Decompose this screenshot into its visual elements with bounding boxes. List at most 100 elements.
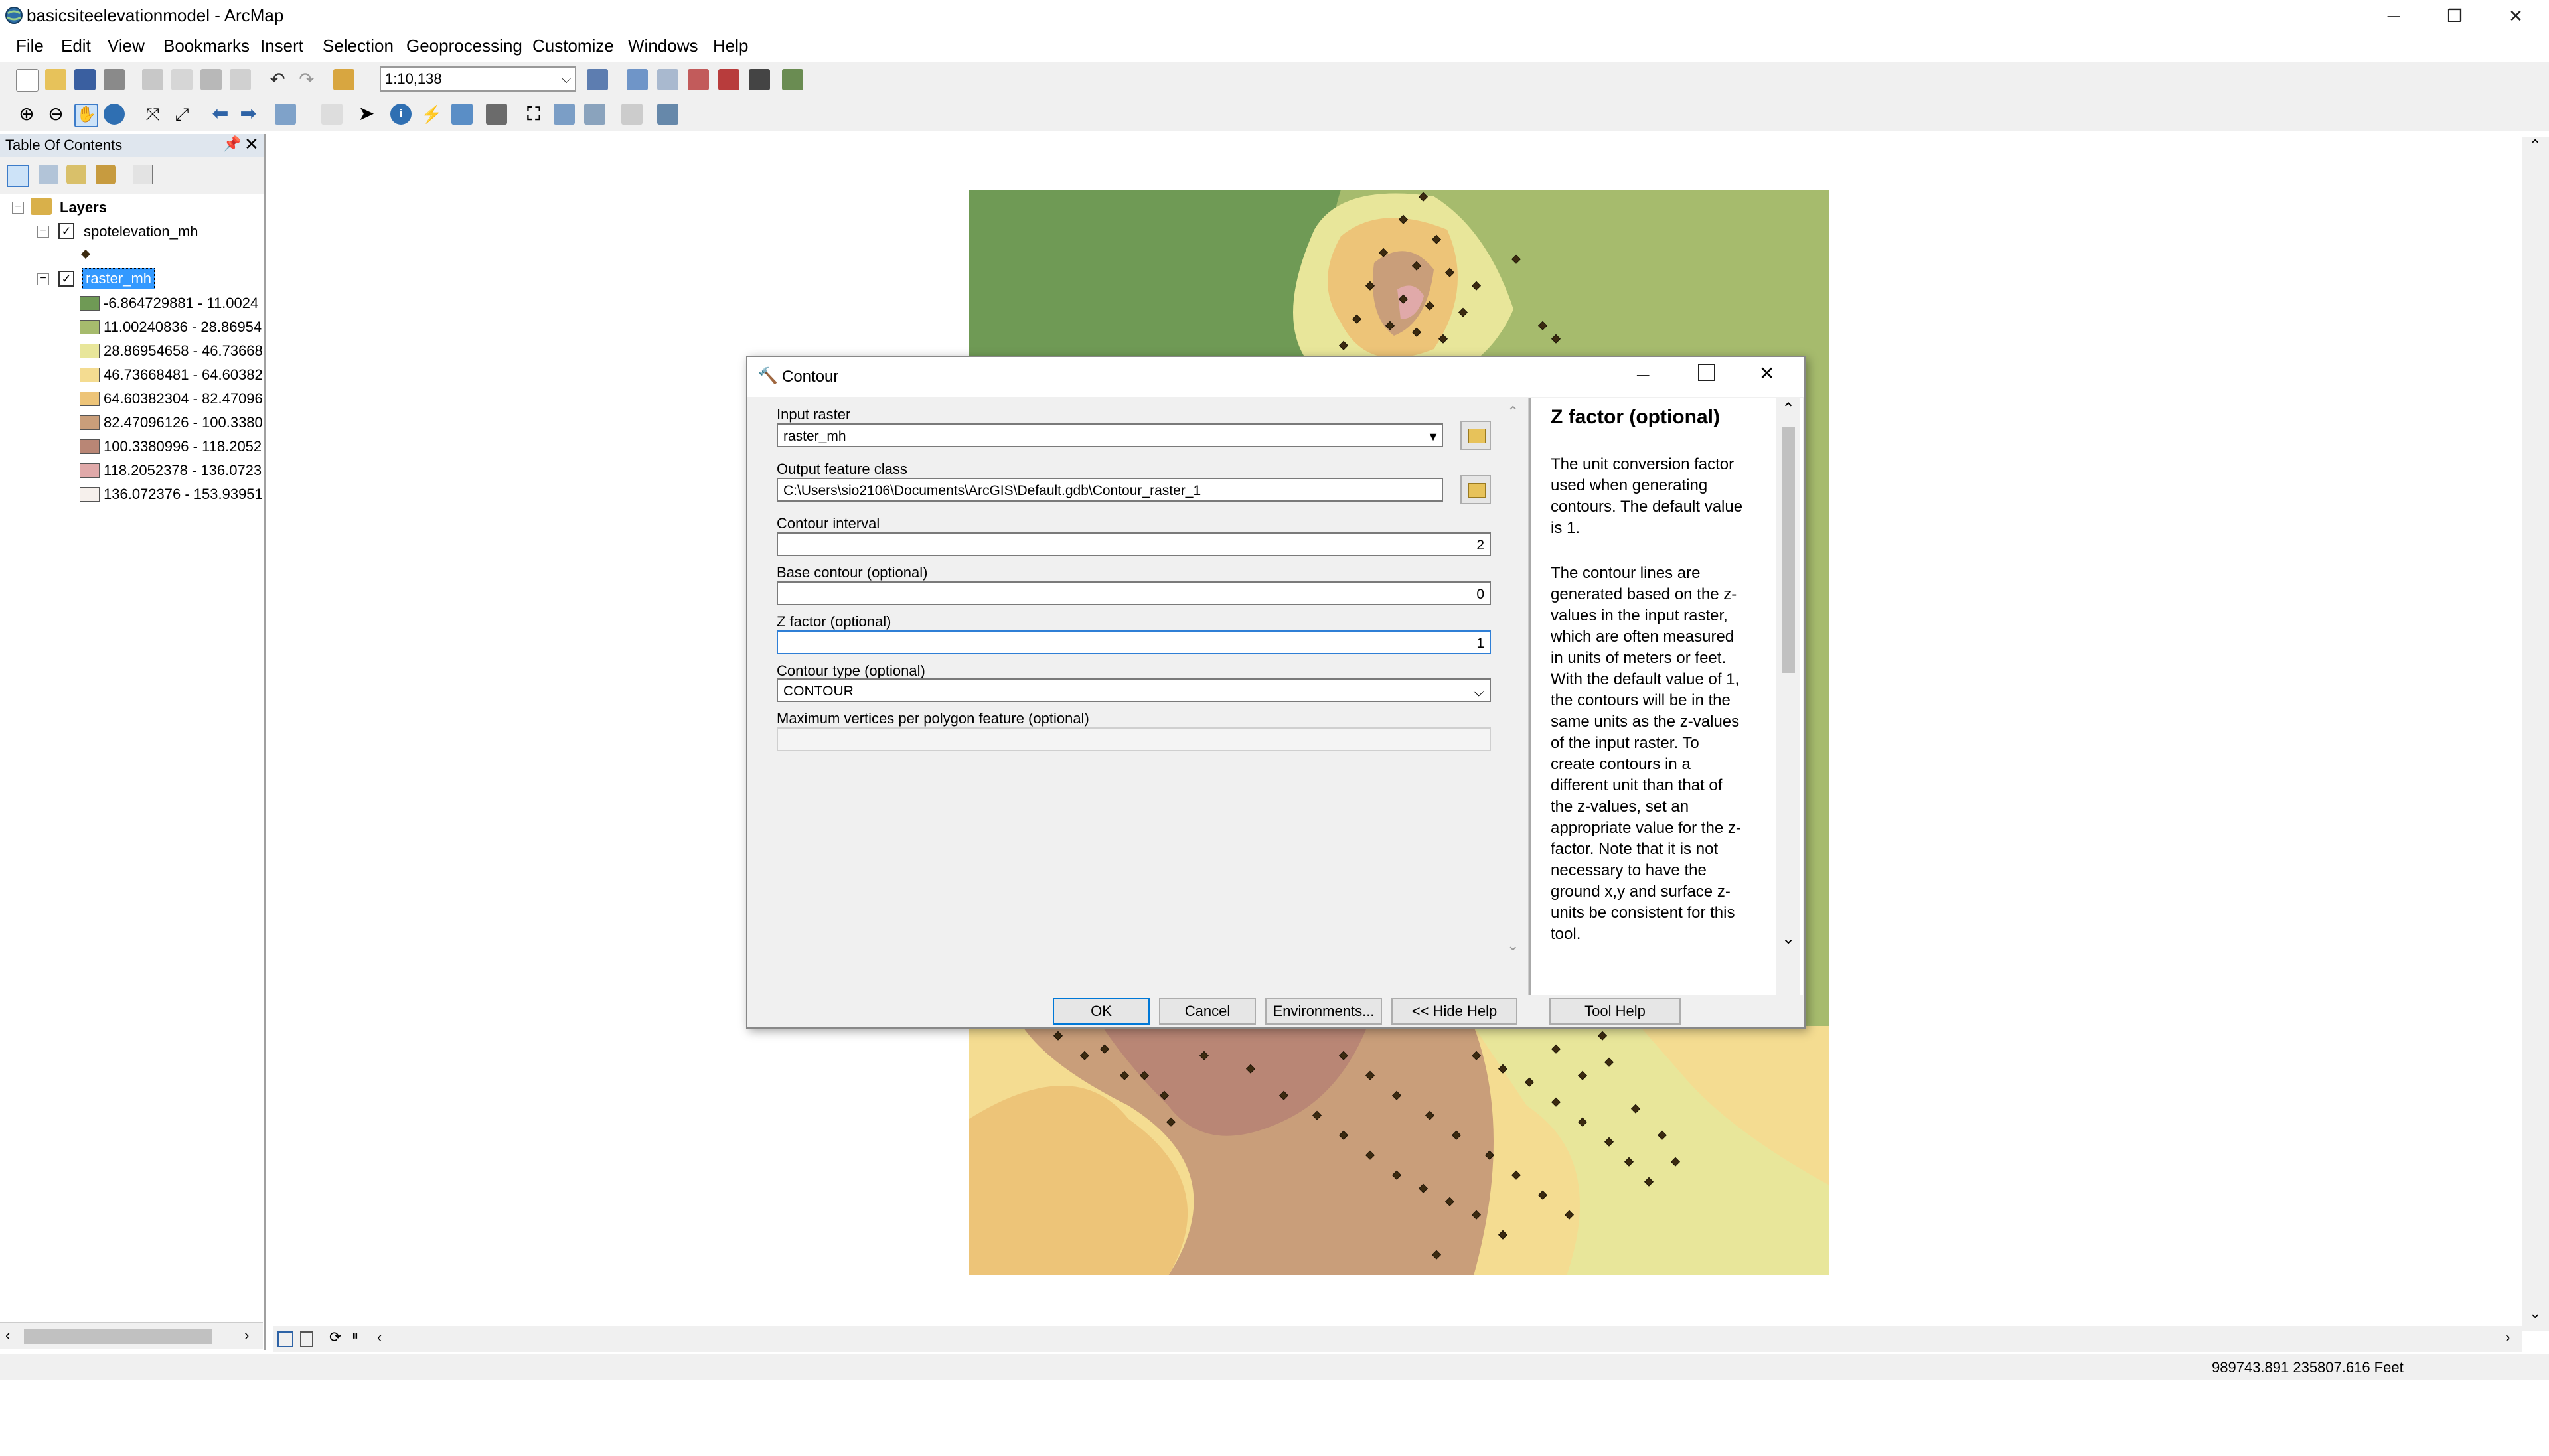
layer-visibility-checkbox[interactable]: ✓: [58, 271, 74, 287]
environments-button[interactable]: Environments...: [1265, 998, 1382, 1025]
menu-customize[interactable]: Customize: [532, 36, 614, 56]
dialog-maximize-button[interactable]: [1698, 364, 1715, 381]
menu-windows[interactable]: Windows: [628, 36, 698, 56]
layer-spotelevation[interactable]: spotelevation_mh: [84, 223, 198, 240]
data-view-icon[interactable]: [277, 1331, 293, 1347]
pause-drawing-icon[interactable]: ⏸: [352, 1329, 358, 1344]
back-extent-icon[interactable]: ⬅: [210, 104, 231, 125]
toc-close-icon[interactable]: ✕: [244, 134, 259, 155]
close-button[interactable]: ✕: [2485, 0, 2546, 32]
legend-swatch[interactable]: [80, 439, 100, 454]
dialog-close-button[interactable]: ✕: [1759, 362, 1774, 384]
z-factor-input[interactable]: 1: [777, 630, 1491, 654]
go-to-xy-icon[interactable]: [584, 104, 605, 125]
select-features-icon[interactable]: [275, 104, 296, 125]
paste-icon[interactable]: [200, 69, 222, 90]
list-by-source-icon[interactable]: [39, 165, 58, 184]
browse-folder-icon[interactable]: [1460, 421, 1491, 450]
toc-horizontal-scrollbar[interactable]: ‹ ›: [0, 1322, 263, 1349]
scroll-up-icon[interactable]: ⌃: [2529, 137, 2541, 154]
max-vertices-input[interactable]: [777, 727, 1491, 751]
toc-root-layers[interactable]: Layers: [60, 199, 107, 216]
print-icon[interactable]: [104, 69, 125, 90]
legend-swatch[interactable]: [80, 296, 100, 311]
contour-type-select[interactable]: CONTOUR ⌵: [777, 678, 1491, 702]
catalog-icon[interactable]: [657, 69, 678, 90]
layer-raster-mh[interactable]: raster_mh: [82, 268, 155, 289]
help-scrollbar[interactable]: ⌃ ⌄: [1776, 398, 1800, 995]
toc-options-icon[interactable]: [133, 165, 153, 184]
browse-folder-icon[interactable]: [1460, 475, 1491, 504]
fixed-zoom-out-icon[interactable]: ⤢: [171, 104, 193, 125]
menu-view[interactable]: View: [108, 36, 145, 56]
legend-swatch[interactable]: [80, 415, 100, 430]
collapse-icon[interactable]: −: [37, 273, 49, 285]
undo-icon[interactable]: ↶: [267, 69, 288, 90]
legend-swatch[interactable]: [80, 392, 100, 406]
fixed-zoom-in-icon[interactable]: ⤧: [142, 104, 163, 125]
delete-icon[interactable]: [230, 69, 251, 90]
scroll-right-icon[interactable]: ›: [2505, 1329, 2510, 1346]
list-by-drawing-order-icon[interactable]: [7, 165, 29, 187]
list-by-selection-icon[interactable]: [96, 165, 116, 184]
map-vertical-scrollbar[interactable]: ⌃ ⌄: [2522, 137, 2549, 1331]
select-elements-icon[interactable]: ➤: [356, 104, 377, 125]
menu-geoprocessing[interactable]: Geoprocessing: [406, 36, 522, 56]
scrollbar-thumb[interactable]: [24, 1329, 212, 1344]
scroll-down-icon[interactable]: ⌄: [1782, 929, 1795, 948]
refresh-icon[interactable]: ⟳: [329, 1329, 341, 1346]
scroll-down-icon[interactable]: ⌄: [2529, 1305, 2541, 1322]
identify-icon[interactable]: i: [390, 104, 412, 125]
scroll-up-icon[interactable]: ⌃: [1782, 400, 1795, 419]
legend-swatch[interactable]: [80, 368, 100, 382]
clear-selection-icon[interactable]: [321, 104, 343, 125]
list-by-visibility-icon[interactable]: [66, 165, 86, 184]
cancel-button[interactable]: Cancel: [1159, 998, 1256, 1025]
arctoolbox-icon[interactable]: [718, 69, 739, 90]
find-icon[interactable]: ⛶: [523, 104, 544, 125]
point-symbol-icon[interactable]: [80, 249, 91, 259]
full-extent-icon[interactable]: [104, 104, 125, 125]
menu-edit[interactable]: Edit: [61, 36, 91, 56]
table-of-contents-icon[interactable]: [627, 69, 648, 90]
minimize-button[interactable]: ─: [2363, 0, 2424, 32]
hide-help-button[interactable]: << Hide Help: [1391, 998, 1517, 1025]
scroll-right-icon[interactable]: ›: [244, 1327, 249, 1344]
editor-toolbar-icon[interactable]: [587, 69, 608, 90]
scroll-up-icon[interactable]: ⌃: [1507, 403, 1519, 421]
python-window-icon[interactable]: [749, 69, 770, 90]
zoom-in-icon[interactable]: ⊕: [16, 104, 37, 125]
save-icon[interactable]: [74, 69, 96, 90]
scrollbar-thumb[interactable]: [1782, 427, 1795, 673]
scroll-left-icon[interactable]: ‹: [377, 1329, 382, 1346]
legend-swatch[interactable]: [80, 487, 100, 502]
scroll-down-icon[interactable]: ⌄: [1507, 937, 1519, 954]
new-document-icon[interactable]: [16, 69, 39, 92]
input-raster-select[interactable]: raster_mh ▼: [777, 423, 1443, 447]
time-slider-icon[interactable]: [621, 104, 643, 125]
base-contour-input[interactable]: 0: [777, 581, 1491, 605]
redo-icon[interactable]: ↷: [296, 69, 317, 90]
cut-icon[interactable]: [142, 69, 163, 90]
collapse-icon[interactable]: −: [12, 202, 24, 214]
tool-help-button[interactable]: Tool Help: [1549, 998, 1681, 1025]
layer-visibility-checkbox[interactable]: ✓: [58, 223, 74, 239]
add-data-icon[interactable]: [333, 69, 354, 90]
layout-view-icon[interactable]: [300, 1331, 313, 1347]
map-horizontal-scrollbar[interactable]: ⟳ ⏸ ‹ ›: [273, 1326, 2522, 1352]
forward-extent-icon[interactable]: ➡: [238, 104, 259, 125]
ok-button[interactable]: OK: [1053, 998, 1150, 1025]
menu-insert[interactable]: Insert: [260, 36, 303, 56]
hyperlink-icon[interactable]: ⚡: [421, 104, 442, 125]
scroll-left-icon[interactable]: ‹: [5, 1327, 10, 1344]
legend-swatch[interactable]: [80, 463, 100, 478]
model-builder-icon[interactable]: [782, 69, 803, 90]
collapse-icon[interactable]: −: [37, 226, 49, 238]
contour-interval-input[interactable]: 2: [777, 532, 1491, 556]
create-viewer-window-icon[interactable]: [657, 104, 678, 125]
menu-help[interactable]: Help: [713, 36, 748, 56]
dialog-minimize-button[interactable]: ─: [1637, 365, 1649, 386]
pin-icon[interactable]: 📌: [223, 135, 241, 153]
html-popup-icon[interactable]: [451, 104, 473, 125]
menu-bookmarks[interactable]: Bookmarks: [163, 36, 250, 56]
